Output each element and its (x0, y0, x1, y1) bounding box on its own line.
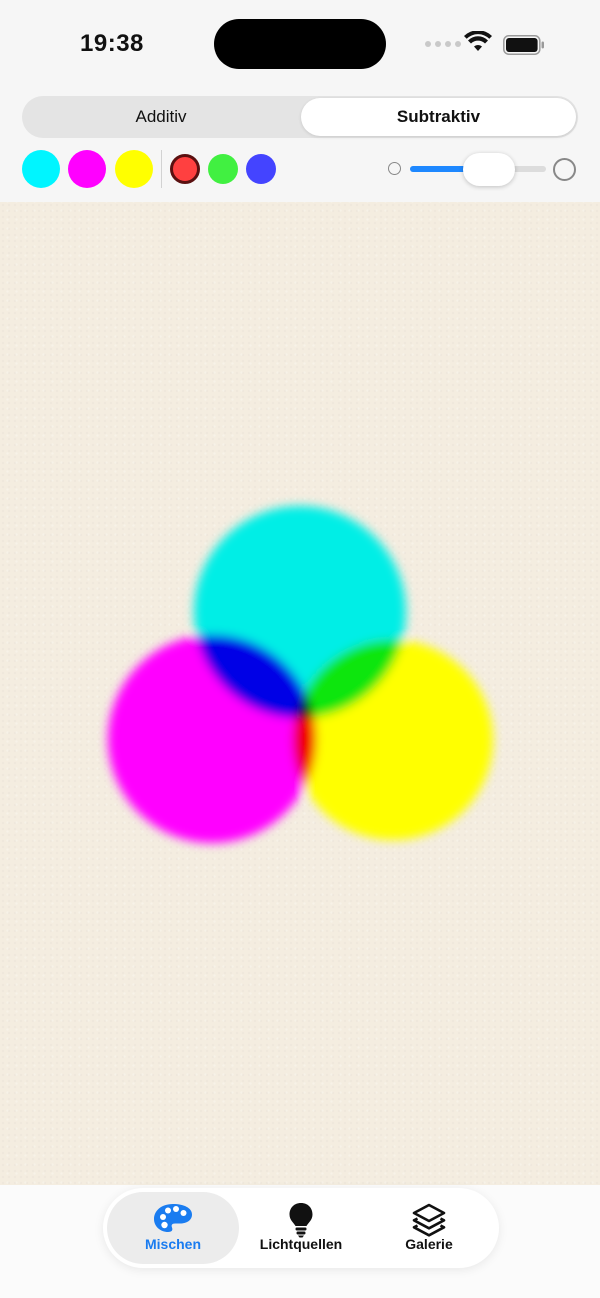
tab-bar: Mischen Lichtquellen Galerie (103, 1188, 499, 1268)
swatch-red[interactable] (170, 154, 200, 184)
swatch-cyan[interactable] (22, 150, 60, 188)
tab-lichtquellen[interactable]: Lichtquellen (235, 1192, 367, 1264)
status-bar: 19:38 (0, 0, 600, 90)
brush-size-small-icon (388, 162, 401, 175)
mode-segmented-control[interactable]: Additiv Subtraktiv (22, 96, 578, 138)
swatch-yellow[interactable] (115, 150, 153, 188)
tab-label-lichtquellen: Lichtquellen (259, 1236, 343, 1252)
palette-icon (154, 1204, 192, 1232)
segment-additive[interactable]: Additiv (22, 96, 300, 138)
swatch-magenta[interactable] (68, 150, 106, 188)
tab-label-mischen: Mischen (144, 1236, 201, 1252)
cellular-signal-icon (425, 41, 461, 47)
brush-size-slider-thumb[interactable] (462, 153, 515, 186)
swatch-divider (161, 150, 162, 188)
dynamic-island (214, 19, 386, 69)
swatch-green[interactable] (208, 154, 238, 184)
status-time: 19:38 (80, 30, 144, 57)
tab-mischen[interactable]: Mischen (107, 1192, 239, 1264)
lightbulb-icon (289, 1203, 313, 1238)
mixing-canvas[interactable] (0, 202, 600, 1185)
swatch-blue[interactable] (246, 154, 276, 184)
color-mix-circles (108, 506, 493, 843)
segment-subtractive[interactable]: Subtraktiv (301, 98, 576, 136)
wifi-icon (464, 31, 492, 51)
layers-icon (412, 1203, 446, 1237)
tab-galerie[interactable]: Galerie (363, 1192, 495, 1264)
tab-label-galerie: Galerie (405, 1236, 453, 1252)
battery-icon (503, 35, 544, 55)
brush-size-large-icon (553, 158, 576, 181)
